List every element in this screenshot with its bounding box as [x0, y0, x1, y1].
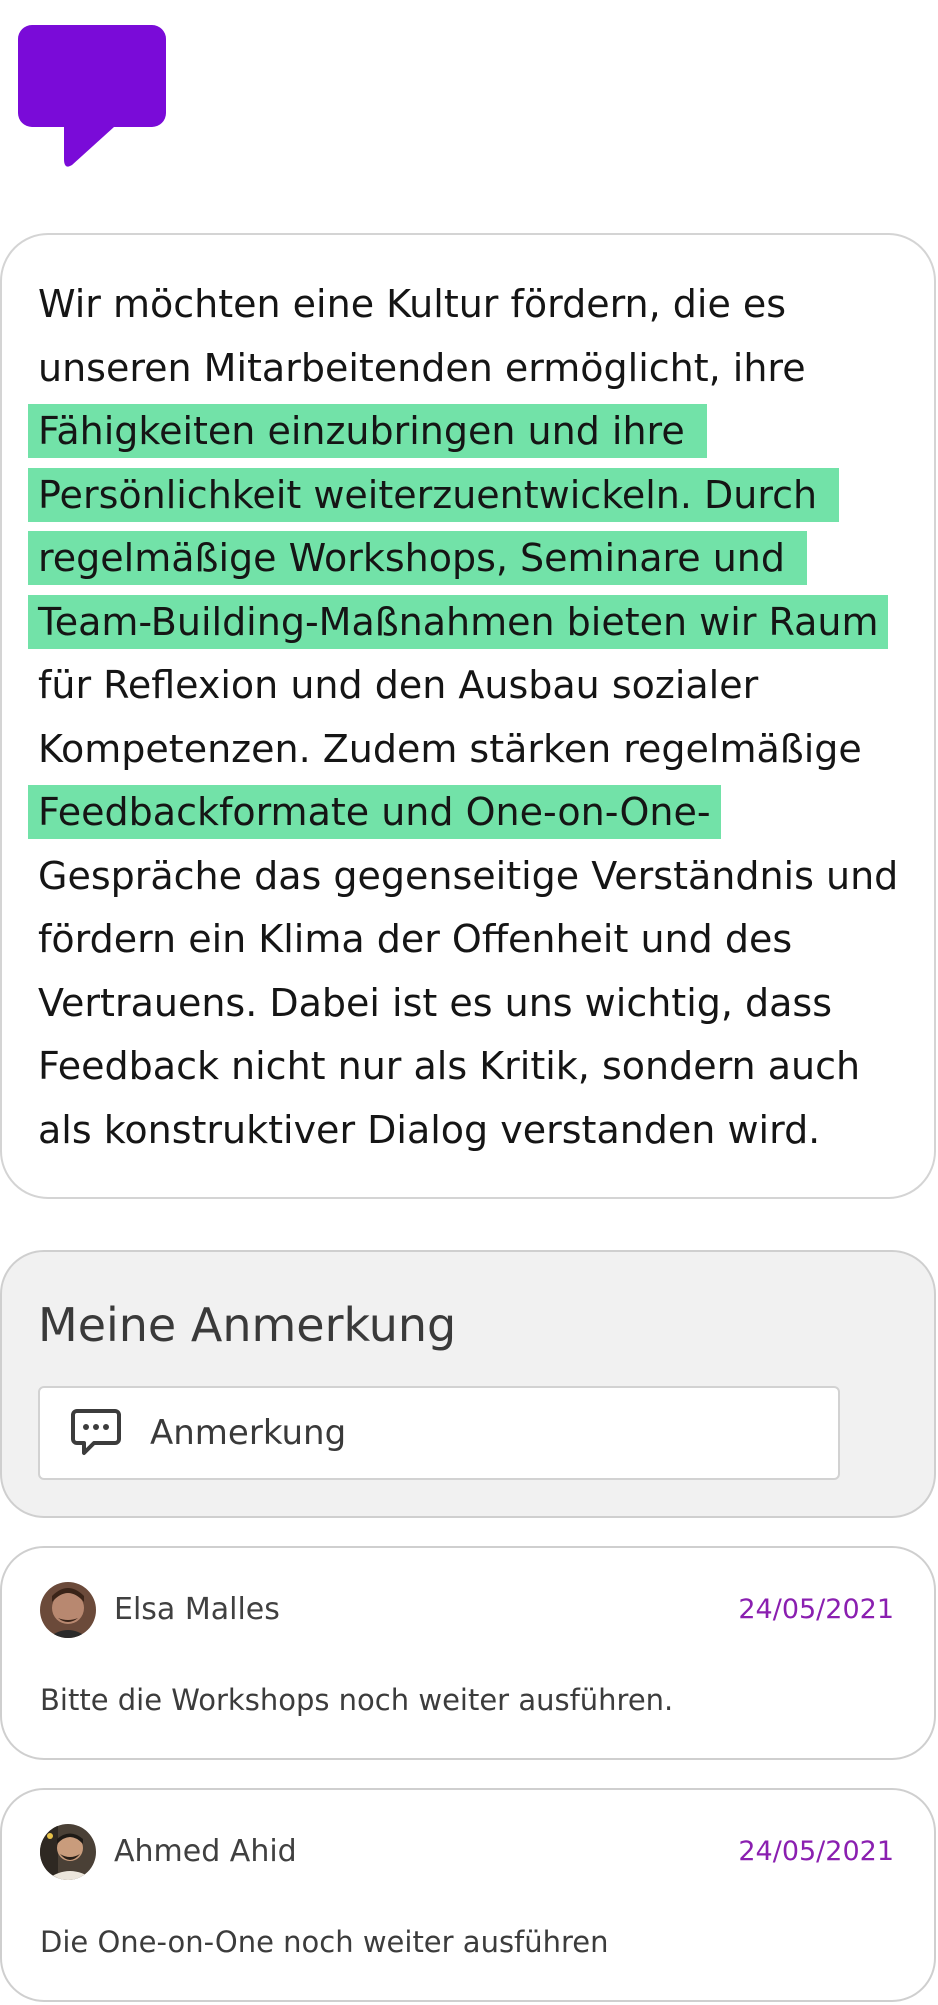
article-line: Feedback nicht nur als Kritik, sondern a…: [38, 1035, 908, 1099]
article-line: unseren Mitarbeitenden ermöglicht, ihre: [38, 337, 908, 401]
article-line: Feedbackformate und One-on-One-: [28, 781, 908, 845]
highlighted-text: Persönlichkeit weiterzuentwickeln. Durch: [28, 467, 840, 522]
article-line: für Reflexion und den Ausbau sozialer: [38, 654, 908, 718]
comment-card: Elsa Malles 24/05/2021 Bitte die Worksho…: [0, 1546, 936, 1760]
avatar: [40, 1824, 96, 1880]
article-line: Gespräche das gegenseitige Verständnis u…: [38, 845, 908, 909]
article-text-segment: als konstruktiver Dialog verstanden wird…: [38, 1107, 821, 1152]
comment-date: 24/05/2021: [738, 1836, 894, 1867]
note-input[interactable]: [150, 1413, 790, 1453]
article-text-segment: Feedback nicht nur als Kritik, sondern a…: [38, 1044, 861, 1088]
article-text-segment: unseren Mitarbeitenden ermöglicht, ihre: [38, 345, 806, 390]
article-line: Vertrauens. Dabei ist es uns wichtig, da…: [38, 972, 908, 1036]
comment-text: Die One-on-One noch weiter ausführen: [40, 1925, 609, 1959]
highlighted-text: regelmäßige Workshops, Seminare und: [28, 531, 808, 585]
article-text-segment: Vertrauens. Dabei ist es uns wichtig, da…: [38, 980, 833, 1025]
highlighted-text: Fähigkeiten einzubringen und ihre: [28, 404, 707, 458]
article-text-segment: Wir möchten eine Kultur fördern, die es: [38, 282, 787, 326]
article-text-segment: Kompetenzen. Zudem stärken regelmäßige: [38, 726, 862, 771]
comment-author-name: Elsa Malles: [114, 1592, 280, 1627]
speech-bubble-logo-icon: [18, 25, 166, 167]
article-text-segment: Gespräche das gegenseitige Verständnis u…: [38, 853, 899, 898]
chat-bubble-icon: [71, 1409, 121, 1455]
article-line: Persönlichkeit weiterzuentwickeln. Durch: [28, 464, 908, 528]
comment-text: Bitte die Workshops noch weiter ausführe…: [40, 1683, 674, 1717]
article-line: Team-Building-Maßnahmen bieten wir Raum: [28, 591, 908, 655]
comment-card: Ahmed Ahid 24/05/2021 Die One-on-One noc…: [0, 1788, 936, 2002]
article-line: als konstruktiver Dialog verstanden wird…: [38, 1099, 908, 1163]
note-title: Meine Anmerkung: [38, 1298, 457, 1352]
highlighted-text: Feedbackformate und One-on-One-: [28, 785, 721, 839]
comment-date: 24/05/2021: [738, 1594, 894, 1625]
article-line: Fähigkeiten einzubringen und ihre: [28, 400, 908, 464]
article-line: regelmäßige Workshops, Seminare und: [28, 527, 908, 591]
article-text-segment: für Reflexion und den Ausbau sozialer: [38, 663, 759, 707]
highlighted-text: Team-Building-Maßnahmen bieten wir Raum: [28, 594, 889, 649]
article-text: Wir möchten eine Kultur fördern, die es u…: [28, 273, 908, 1163]
article-text-segment: fördern ein Klima der Offenheit und des: [38, 917, 793, 961]
avatar: [40, 1582, 96, 1638]
note-input-field[interactable]: [38, 1386, 840, 1480]
article-line: Wir möchten eine Kultur fördern, die es: [38, 273, 908, 337]
article-line: fördern ein Klima der Offenheit und des: [38, 908, 908, 972]
article-line: Kompetenzen. Zudem stärken regelmäßige: [38, 718, 908, 782]
comment-author-name: Ahmed Ahid: [114, 1834, 297, 1869]
